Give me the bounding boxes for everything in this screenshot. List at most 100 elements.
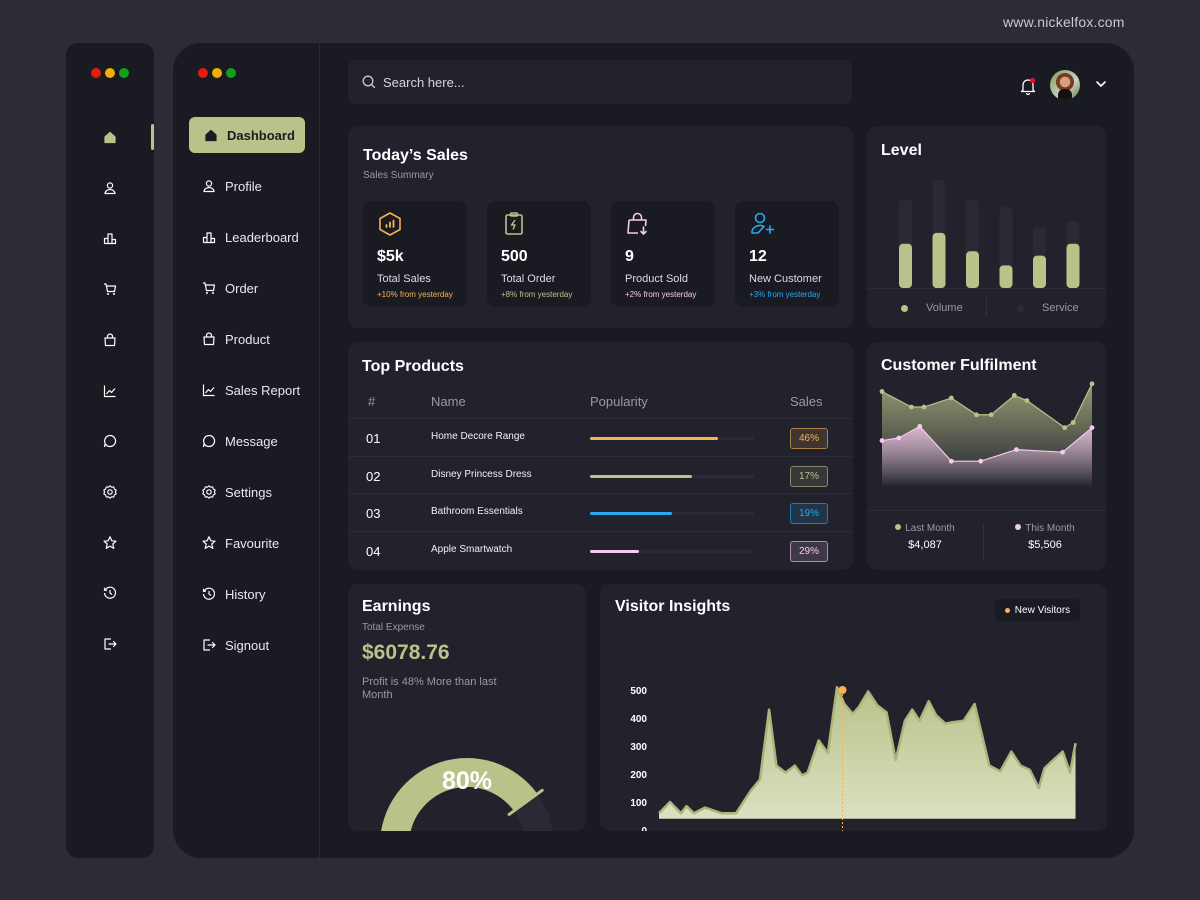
stat-card-total-sales[interactable]: $5k Total Sales +10% from yesterday <box>363 201 467 307</box>
minimize-window-button[interactable] <box>105 68 115 78</box>
sidebar-item-order[interactable]: Order <box>189 270 305 306</box>
maximize-window-button[interactable] <box>119 68 129 78</box>
sales-value: 17% <box>798 470 819 482</box>
sidebar-item-sales-report[interactable]: Sales Report <box>189 372 305 408</box>
mini-sidebar-item-home[interactable] <box>100 127 120 147</box>
legend-dot <box>895 524 902 530</box>
minimize-window-button[interactable] <box>212 68 222 78</box>
hexagon-chart-icon <box>379 212 401 236</box>
data-point <box>1060 449 1065 455</box>
stat-card-total-order[interactable]: 500 Total Order +8% from yesterday <box>487 201 591 307</box>
sidebar-item-label: Dashboard <box>227 127 295 143</box>
sales-badge: 29% <box>790 540 828 562</box>
sidebar-item-settings[interactable]: Settings <box>189 474 305 510</box>
highlight-point <box>838 686 847 694</box>
maximize-window-button[interactable] <box>226 68 236 78</box>
mini-sidebar-item-star[interactable] <box>100 533 120 553</box>
star-icon <box>103 535 117 549</box>
legend-service[interactable]: Service <box>1017 302 1079 314</box>
chart-line-icon <box>202 384 215 397</box>
close-window-button[interactable] <box>198 68 208 78</box>
mini-sidebar-item-bag[interactable] <box>100 330 120 350</box>
data-point <box>1024 398 1030 403</box>
stat-card-product-sold[interactable]: 9 Product Sold +2% from yesterday <box>611 201 715 307</box>
visitor-insights-card: Visitor Insights New Visitors 0100200300… <box>600 584 1107 831</box>
sidebar-item-product[interactable]: Product <box>189 321 305 357</box>
sales-value: 19% <box>798 508 819 519</box>
data-point <box>1089 425 1095 431</box>
table-row[interactable]: 02 Disney Princess Dress 17% <box>348 455 853 493</box>
level-legend: Volume Service <box>867 298 1106 316</box>
top-products-card: Top Products # Name Popularity Sales 01 … <box>348 342 853 570</box>
sidebar: Dashboard Profile Leaderboard Order Product S… <box>173 43 320 858</box>
legend-dot <box>901 304 908 312</box>
card-subtitle: Sales Summary <box>363 170 434 181</box>
stat-value: $5k <box>377 248 404 265</box>
stat-label: Product Sold <box>625 273 688 285</box>
popularity-bar <box>590 474 754 478</box>
sidebar-item-label: Favourite <box>225 535 280 551</box>
sales-badge: 46% <box>790 428 828 449</box>
data-point <box>1014 447 1019 452</box>
search-input[interactable] <box>383 74 823 90</box>
sidebar-item-label: Settings <box>225 484 272 500</box>
popularity-bar <box>590 437 754 440</box>
mini-sidebar-item-message[interactable] <box>100 431 120 451</box>
mini-sidebar-item-signout[interactable] <box>100 634 120 654</box>
y-tick-label: 300 <box>630 742 647 753</box>
y-tick-label: 200 <box>630 770 647 781</box>
stat-label: Total Sales <box>377 273 431 285</box>
message-icon <box>202 434 216 448</box>
user-avatar[interactable] <box>1050 70 1080 100</box>
table-header: # Name Popularity Sales <box>348 394 853 418</box>
legend-dot <box>1017 304 1024 312</box>
sidebar-item-label: Leaderboard <box>225 229 299 245</box>
message-icon <box>103 435 117 448</box>
column-header-sales: Sales <box>790 394 823 409</box>
stat-change: +10% from yesterday <box>377 290 453 299</box>
bar-volume <box>899 243 912 288</box>
sidebar-item-label: Profile <box>225 178 262 194</box>
close-window-button[interactable] <box>91 68 101 78</box>
user-icon <box>104 181 116 194</box>
history-icon <box>202 587 216 600</box>
search-bar[interactable] <box>348 60 852 104</box>
mini-sidebar-item-leaderboard[interactable] <box>100 228 120 248</box>
sidebar-item-label: Sales Report <box>225 382 301 398</box>
legend-divider <box>986 298 987 316</box>
mini-sidebar-item-gear[interactable] <box>100 482 120 502</box>
sidebar-item-signout[interactable]: Signout <box>189 627 305 663</box>
stat-change: +8% from yesterday <box>501 290 573 299</box>
mini-sidebar-item-history[interactable] <box>100 583 120 603</box>
data-point <box>1062 425 1068 431</box>
data-point <box>948 458 954 464</box>
y-tick-label: 400 <box>630 714 647 725</box>
leaderboard-icon <box>103 233 117 245</box>
sidebar-item-history[interactable]: History <box>189 576 305 612</box>
sidebar-item-message[interactable]: Message <box>189 423 305 459</box>
table-row[interactable]: 01 Home Decore Range 46% <box>348 418 853 455</box>
popularity-fill <box>590 512 672 515</box>
mini-sidebar-item-chart-line[interactable] <box>100 381 120 401</box>
legend-volume[interactable]: Volume <box>901 302 963 314</box>
stat-value: 12 <box>749 248 767 265</box>
table-row[interactable]: 04 Apple Smartwatch 29% <box>348 530 853 568</box>
chevron-down-icon[interactable] <box>1094 77 1108 91</box>
table-row[interactable]: 03 Bathroom Essentials 19% <box>348 493 853 530</box>
customer-fulfilment-card: Customer Fulfilment Last Month $4,087 Th… <box>867 342 1106 570</box>
data-point <box>988 412 994 418</box>
stat-card-new-customer[interactable]: 12 New Customer +3% from yesterday <box>735 201 839 307</box>
legend-value: $5,506 <box>1028 539 1062 551</box>
notification-bell-icon[interactable] <box>1018 76 1038 96</box>
stat-value: 9 <box>625 248 634 265</box>
sidebar-item-dashboard[interactable]: Dashboard <box>189 117 305 153</box>
stat-label: New Customer <box>749 273 822 285</box>
data-point <box>879 438 885 443</box>
sidebar-item-leaderboard[interactable]: Leaderboard <box>189 219 305 255</box>
mini-sidebar-item-user[interactable] <box>100 178 120 198</box>
mini-sidebar-item-cart[interactable] <box>100 279 120 299</box>
gauge-label: 80% <box>441 767 493 795</box>
sidebar-item-profile[interactable]: Profile <box>189 168 305 204</box>
y-tick-label: 0 <box>641 826 647 831</box>
sidebar-item-favourite[interactable]: Favourite <box>189 525 305 561</box>
